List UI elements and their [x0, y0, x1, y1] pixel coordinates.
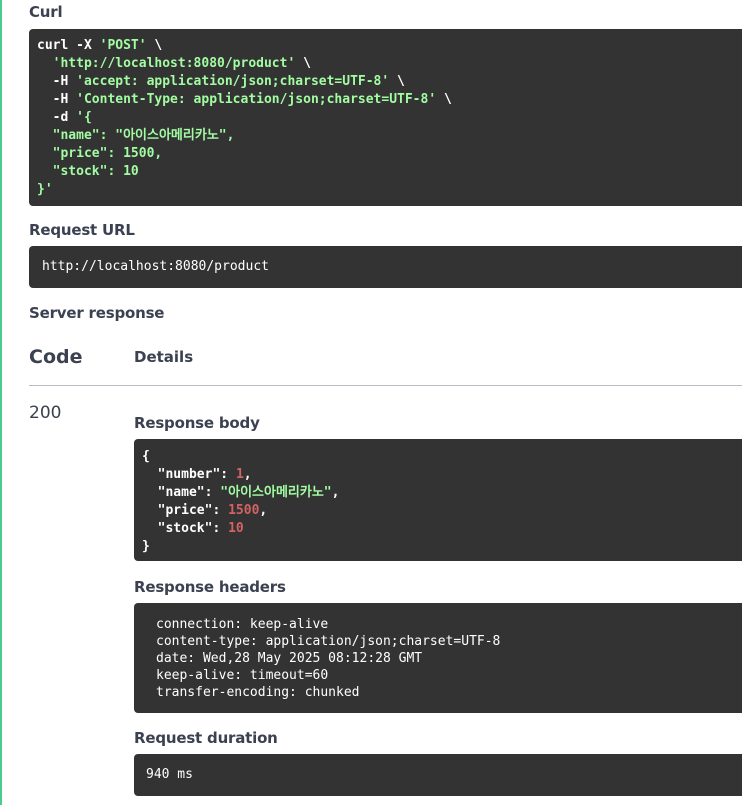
request-duration-block[interactable]: 940 ms — [134, 754, 742, 796]
curl-line: "stock": 10 — [37, 163, 742, 181]
json-key: "number" — [157, 467, 221, 482]
curl-token — [37, 146, 53, 161]
json-comma: , — [331, 485, 340, 500]
response-body-json: { "number": 1, "name": "아이스아메리카노", "pric… — [142, 448, 742, 556]
response-body-block[interactable]: { "number": 1, "name": "아이스아메리카노", "pric… — [134, 439, 742, 561]
json-brace: { — [142, 449, 150, 464]
request-duration-value: 940 ms — [146, 767, 193, 782]
server-response-label: Server response — [29, 304, 165, 322]
response-table-divider — [29, 385, 742, 386]
curl-token-string: "price": 1500, — [52, 146, 163, 161]
json-brace-open: { — [142, 448, 742, 466]
json-value: "아이스아메리카노" — [220, 485, 332, 500]
curl-token — [37, 164, 53, 179]
curl-code-block[interactable]: curl -X 'POST' \ 'http://localhost:8080/… — [29, 29, 742, 206]
curl-token: -d — [37, 110, 77, 125]
response-status-code: 200 — [29, 403, 62, 423]
json-colon: : — [204, 485, 221, 500]
curl-token-string: "name": "아이스아메리카노", — [52, 128, 235, 143]
json-key: "name" — [157, 485, 205, 500]
response-header-line: transfer-encoding: chunked — [156, 685, 360, 700]
curl-token-string: '{ — [76, 110, 92, 125]
curl-token-string: 'POST' — [99, 38, 147, 53]
curl-line: curl -X 'POST' \ — [37, 37, 742, 55]
json-brace-close: } — [142, 538, 742, 556]
curl-token: -H — [37, 74, 77, 89]
json-field: "name": "아이스아메리카노", — [142, 484, 742, 502]
json-value: 1500 — [228, 503, 260, 518]
json-comma: , — [243, 467, 252, 482]
curl-token: \ — [146, 38, 163, 53]
curl-token-string: "stock": 10 — [52, 164, 139, 179]
curl-line: }' — [37, 181, 742, 199]
curl-label: Curl — [29, 3, 63, 21]
json-key: "price" — [157, 503, 213, 518]
curl-line: -d '{ — [37, 109, 742, 127]
curl-token-string: 'http://localhost:8080/product' — [52, 56, 296, 71]
response-header-line: content-type: application/json;charset=U… — [156, 634, 501, 649]
curl-token: \ — [436, 92, 452, 107]
response-headers-block[interactable]: connection: keep-alive content-type: appl… — [134, 603, 742, 713]
json-colon: : — [212, 521, 229, 536]
response-code-header: Code — [29, 346, 83, 368]
request-url-block[interactable]: http://localhost:8080/product — [29, 246, 742, 288]
request-duration-label: Request duration — [134, 729, 278, 747]
response-body-label: Response body — [134, 414, 260, 432]
curl-token-string: }' — [37, 182, 53, 197]
curl-token — [37, 56, 53, 71]
request-url-value: http://localhost:8080/product — [42, 259, 269, 274]
json-field: "price": 1500, — [142, 502, 742, 520]
curl-line: -H 'accept: application/json;charset=UTF… — [37, 73, 742, 91]
json-field: "stock": 10 — [142, 520, 742, 538]
json-value: 10 — [228, 521, 244, 536]
request-url-label: Request URL — [29, 221, 135, 239]
json-brace: } — [142, 539, 150, 554]
json-colon: : — [212, 503, 229, 518]
response-details-header: Details — [134, 348, 194, 366]
json-key: "stock" — [157, 521, 213, 536]
response-header-line: connection: keep-alive — [156, 617, 329, 632]
json-colon: : — [220, 467, 236, 482]
curl-token: \ — [295, 56, 311, 71]
curl-token — [37, 128, 53, 143]
curl-token: \ — [389, 74, 405, 89]
json-comma: , — [259, 503, 268, 518]
curl-line: 'http://localhost:8080/product' \ — [37, 55, 742, 73]
curl-token: -H — [37, 92, 77, 107]
curl-token: curl -X — [37, 38, 100, 53]
response-header-line: date: Wed,28 May 2025 08:12:28 GMT — [156, 651, 423, 666]
curl-command: curl -X 'POST' \ 'http://localhost:8080/… — [37, 37, 742, 199]
curl-line: -H 'Content-Type: application/json;chars… — [37, 91, 742, 109]
curl-token-string: 'accept: application/json;charset=UTF-8' — [76, 74, 390, 89]
json-field: "number": 1, — [142, 466, 742, 484]
response-headers-list: connection: keep-alive content-type: appl… — [156, 616, 742, 701]
operation-accent-border — [0, 0, 2, 805]
response-header-line: keep-alive: timeout=60 — [156, 668, 329, 683]
json-value: 1 — [235, 467, 244, 482]
response-headers-label: Response headers — [134, 578, 286, 596]
curl-token-string: 'Content-Type: application/json;charset=… — [76, 92, 437, 107]
curl-line: "name": "아이스아메리카노", — [37, 127, 742, 145]
curl-line: "price": 1500, — [37, 145, 742, 163]
